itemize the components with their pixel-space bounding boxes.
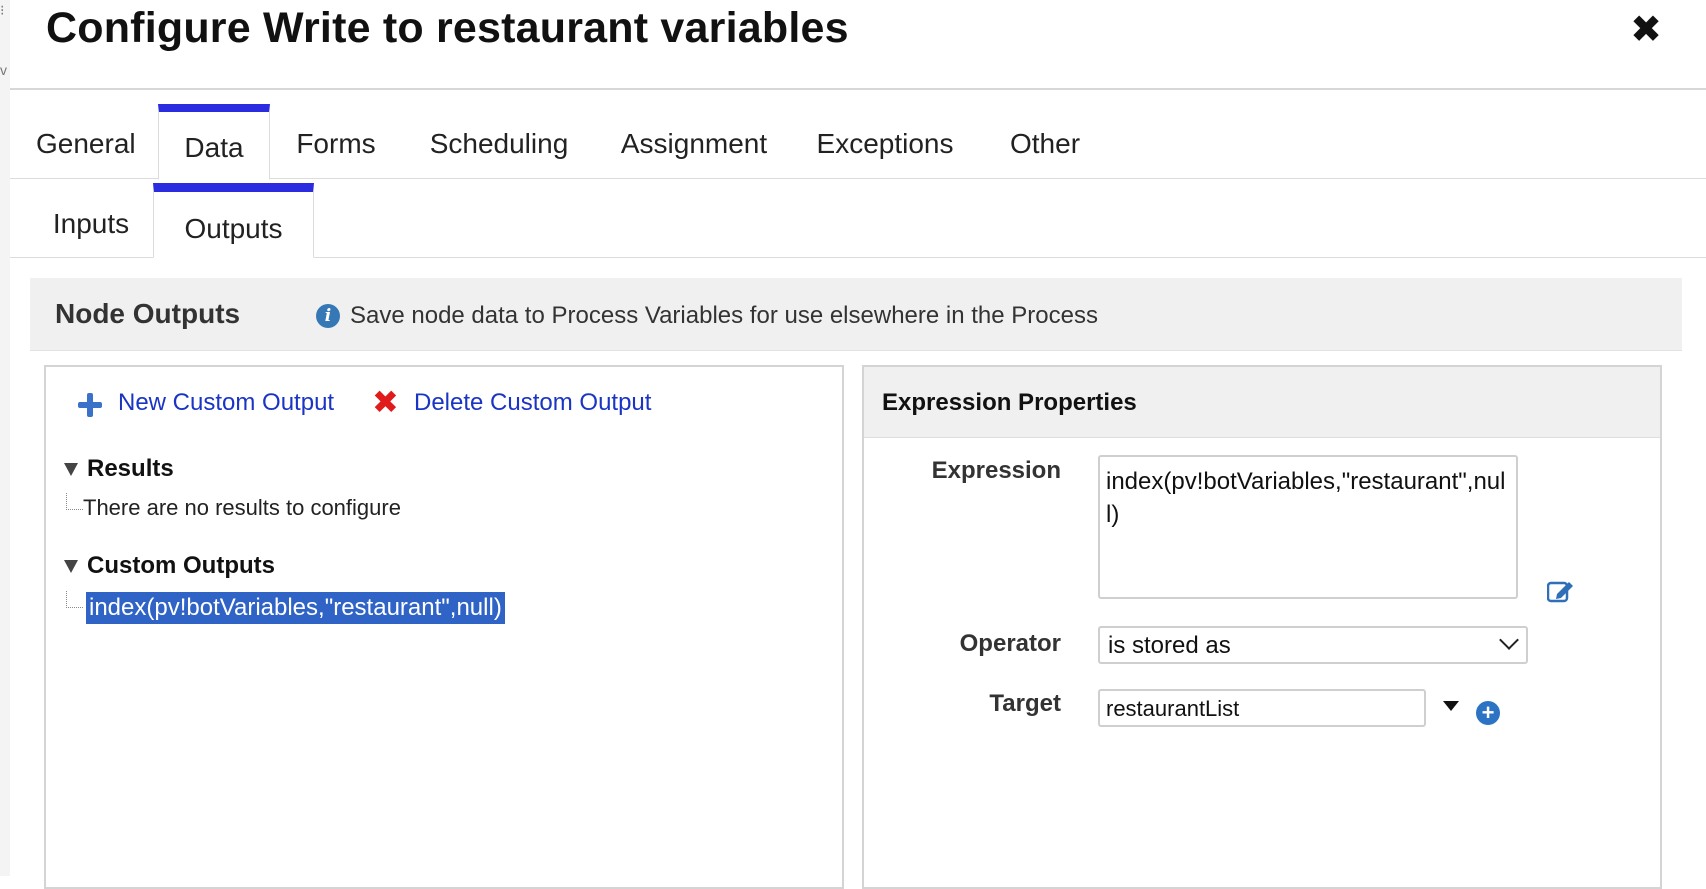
expand-triangle-icon[interactable] — [64, 560, 78, 573]
plus-icon[interactable] — [78, 393, 102, 417]
tree-connector — [66, 591, 83, 608]
delete-custom-output-button[interactable]: Delete Custom Output — [414, 389, 651, 417]
panel-title: Expression Properties — [882, 389, 1137, 416]
tab-other[interactable]: Other — [995, 104, 1095, 178]
new-custom-output-button[interactable]: New Custom Output — [118, 389, 334, 417]
edit-expression-icon[interactable] — [1547, 579, 1575, 603]
tab-assignment[interactable]: Assignment — [614, 104, 774, 178]
section-title: Node Outputs — [55, 298, 241, 329]
delete-icon[interactable]: ✖ — [372, 385, 399, 419]
data-subtabs: Inputs Outputs — [10, 183, 1706, 258]
chevron-down-icon — [1499, 630, 1519, 650]
configure-dialog: Configure Write to restaurant variables … — [10, 0, 1706, 889]
node-outputs-header: Node Outputs i Save node data to Process… — [30, 278, 1682, 351]
edge-glyph: v — [0, 62, 7, 78]
outputs-tree-panel: New Custom Output ✖ Delete Custom Output… — [44, 365, 844, 889]
results-empty-text: There are no results to configure — [83, 495, 401, 520]
tab-general[interactable]: General — [36, 104, 136, 178]
info-icon: i — [316, 304, 340, 328]
edge-glyph: ⁝ — [0, 2, 5, 18]
main-tabs: General Data Forms Scheduling Assignment… — [10, 104, 1706, 180]
close-icon[interactable]: ✖ — [1630, 6, 1662, 54]
tab-inputs[interactable]: Inputs — [36, 183, 146, 257]
panel-header: Expression Properties — [864, 367, 1660, 438]
tab-outputs[interactable]: Outputs — [153, 183, 314, 258]
section-description: Save node data to Process Variables for … — [350, 302, 1098, 329]
expand-triangle-icon[interactable] — [64, 463, 78, 476]
operator-selected-value: is stored as — [1108, 632, 1231, 659]
operator-label: Operator — [959, 630, 1061, 657]
divider — [10, 88, 1706, 90]
dialog-title: Configure Write to restaurant variables — [46, 4, 849, 52]
custom-outputs-node[interactable]: Custom Outputs — [87, 552, 275, 580]
operator-select[interactable]: is stored as — [1098, 626, 1528, 664]
expression-textarea[interactable]: index(pv!botVariables,"restaurant",null) — [1098, 455, 1518, 599]
expression-label: Expression — [931, 457, 1061, 484]
results-node[interactable]: Results — [87, 455, 174, 483]
expression-properties-panel: Expression Properties Expression index(p… — [862, 365, 1662, 889]
add-circle-icon[interactable]: + — [1476, 701, 1500, 725]
tab-forms[interactable]: Forms — [280, 104, 392, 178]
target-label: Target — [989, 690, 1061, 717]
target-input[interactable]: restaurantList — [1098, 689, 1426, 727]
tab-data[interactable]: Data — [158, 104, 270, 180]
custom-output-item-selected[interactable]: index(pv!botVariables,"restaurant",null) — [86, 592, 505, 624]
tree-connector — [66, 493, 83, 510]
tab-scheduling[interactable]: Scheduling — [424, 104, 574, 178]
dropdown-arrow-icon[interactable] — [1443, 701, 1459, 711]
tab-exceptions[interactable]: Exceptions — [810, 104, 960, 178]
